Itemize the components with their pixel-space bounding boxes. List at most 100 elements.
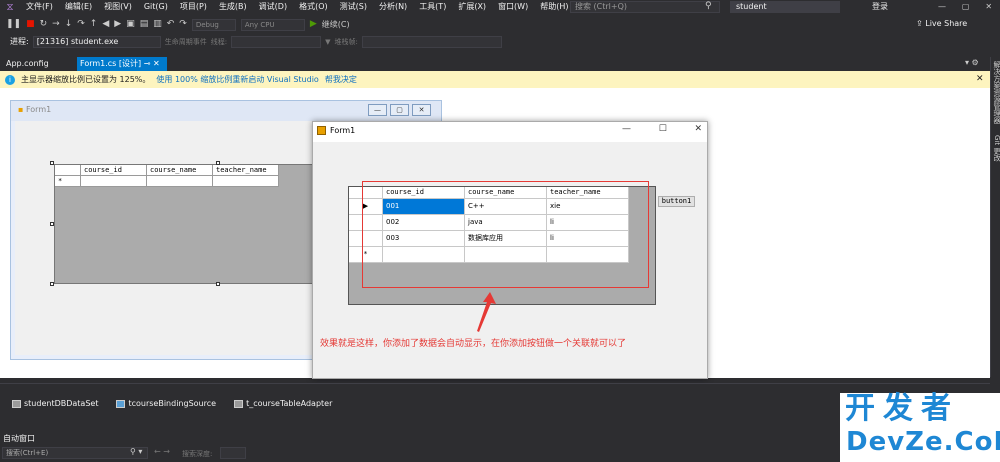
form-icon: ▪ — [18, 105, 26, 114]
tab-form1-design[interactable]: Form1.cs [设计] ⊸ ✕ — [77, 57, 167, 71]
window-controls: — ▢ ✕ — [930, 0, 1000, 14]
search-depth-dropdown[interactable] — [220, 447, 246, 459]
tab-close-icon[interactable]: ✕ — [153, 59, 160, 68]
restart-icon[interactable]: ↻ — [40, 16, 48, 33]
menu-window[interactable]: 窗口(W) — [492, 0, 534, 14]
designer-col-course-id[interactable]: course_id — [81, 165, 147, 176]
designer-col-teacher-name[interactable]: teacher_name — [213, 165, 279, 176]
tab-app-config[interactable]: App.config — [2, 57, 53, 71]
step-over-icon[interactable]: ↷ — [77, 16, 85, 33]
designer-new-row-marker: * — [55, 176, 81, 187]
table-cell — [213, 176, 279, 187]
designer-grid-header: course_id course_name teacher_name — [55, 165, 279, 176]
infobar-close-icon[interactable]: ✕ — [976, 74, 984, 84]
binding-source-icon — [116, 399, 126, 408]
continue-button[interactable]: 继续(C) — [322, 16, 350, 33]
resize-handle[interactable] — [50, 161, 54, 165]
menu-debug[interactable]: 调试(D) — [253, 0, 293, 14]
new-item-icon[interactable]: ▣ — [126, 16, 135, 33]
designer-corner-cell — [55, 165, 81, 176]
thread-dropdown[interactable] — [231, 35, 322, 48]
minimize-icon[interactable]: — — [938, 0, 946, 14]
search-icon[interactable]: ⚲ — [705, 1, 712, 11]
maximize-icon[interactable]: ▢ — [962, 0, 970, 14]
step-out-icon[interactable]: ↑ — [90, 16, 98, 33]
config-dropdown[interactable]: Debug — [191, 18, 236, 31]
process-label: 进程: — [10, 37, 29, 46]
menu-git[interactable]: Git(G) — [138, 0, 174, 14]
designer-form-buttons: — ▢ ✕ — [368, 104, 431, 116]
menu-test[interactable]: 测试(S) — [334, 0, 373, 14]
resize-handle[interactable] — [50, 282, 54, 286]
form-icon — [317, 126, 326, 135]
stack-frame-dropdown[interactable] — [361, 35, 502, 48]
visual-studio-logo-icon: ⧖ — [6, 1, 14, 13]
tray-item-dataset[interactable]: studentDBDataSet — [12, 399, 98, 408]
designer-form-title: ▪ Form1 — [18, 105, 52, 114]
designer-maximize-icon: ▢ — [390, 104, 409, 116]
side-tool-panel: 解决方案资源管理器 Git 更改 — [990, 57, 1000, 377]
table-cell — [147, 176, 213, 187]
platform-dropdown[interactable]: Any CPU — [240, 18, 305, 31]
menu-edit[interactable]: 编辑(E) — [59, 0, 98, 14]
info-icon: i — [5, 74, 15, 85]
solution-explorer-tab[interactable]: 解决方案资源管理器 — [992, 61, 1000, 124]
process-dropdown[interactable]: [21316] student.exe — [32, 35, 161, 48]
pin-icon[interactable]: ⊸ — [144, 59, 151, 68]
step-icon[interactable]: → — [52, 16, 60, 33]
help-decide-link[interactable]: 帮我决定 — [325, 74, 357, 85]
undo-icon[interactable]: ↶ — [167, 16, 175, 33]
menu-file[interactable]: 文件(F) — [20, 0, 59, 14]
menu-extensions[interactable]: 扩展(X) — [452, 0, 492, 14]
project-name-badge: student — [730, 1, 840, 13]
maximize-icon[interactable]: ☐ — [659, 124, 667, 134]
live-share-button[interactable]: ⇪ Live Share — [916, 19, 967, 28]
debug-location-toolbar: 进程: [21316] student.exe 生命周期事件 线程: ▼ 堆栈帧… — [0, 34, 1000, 49]
forward-icon[interactable]: ▶ — [114, 16, 121, 33]
save-all-icon[interactable]: ▥ — [153, 16, 162, 33]
designer-col-course-name[interactable]: course_name — [147, 165, 213, 176]
global-search-input[interactable]: 搜索 (Ctrl+Q) — [570, 1, 720, 13]
git-changes-tab[interactable]: Git 更改 — [992, 135, 1000, 161]
redo-icon[interactable]: ↷ — [179, 16, 187, 33]
tab-dropdown-icon[interactable]: ▾ ⚙ — [965, 58, 979, 67]
menu-tools[interactable]: 工具(T) — [413, 0, 452, 14]
designer-grid-new-row: * — [55, 176, 279, 187]
stop-icon[interactable]: ■ — [26, 16, 35, 33]
menu-build[interactable]: 生成(B) — [213, 0, 253, 14]
tray-item-binding-source[interactable]: tcourseBindingSource — [116, 399, 216, 408]
watermark-line1: 开发者 — [845, 391, 959, 426]
menu-analyze[interactable]: 分析(N) — [373, 0, 413, 14]
menu-format[interactable]: 格式(O) — [293, 0, 334, 14]
menu-help[interactable]: 帮助(H) — [534, 0, 574, 14]
close-icon[interactable]: ✕ — [985, 0, 992, 14]
login-link[interactable]: 登录 — [872, 1, 888, 12]
designer-close-icon: ✕ — [412, 104, 431, 116]
search-icon[interactable]: ⚲ ▾ — [130, 447, 142, 456]
back-forward-icon[interactable]: ← → — [154, 447, 170, 456]
resize-handle[interactable] — [216, 161, 220, 165]
step-into-icon[interactable]: ↓ — [65, 16, 73, 33]
tray-item-table-adapter[interactable]: t_courseTableAdapter — [234, 399, 332, 408]
back-icon[interactable]: ◀ — [102, 16, 109, 33]
resize-handle[interactable] — [50, 222, 54, 226]
restart-100-link[interactable]: 使用 100% 缩放比例重新启动 Visual Studio — [156, 74, 318, 85]
minimize-icon[interactable]: — — [622, 124, 631, 134]
save-icon[interactable]: ▤ — [140, 16, 149, 33]
runtime-form-title: Form1 — [330, 126, 356, 135]
menu-view[interactable]: 视图(V) — [98, 0, 138, 14]
tab-label: Form1.cs [设计] — [80, 59, 142, 68]
close-icon[interactable]: ✕ — [694, 124, 702, 134]
runtime-form-controls: — ☐ ✕ — [622, 124, 702, 134]
stack-frame-label: 堆栈帧: — [334, 37, 358, 46]
thread-label: 线程: — [210, 37, 228, 46]
watermark-line2: DevZe.CoM — [846, 427, 1000, 457]
autos-search-input[interactable]: 搜索(Ctrl+E) — [2, 447, 148, 459]
resize-handle[interactable] — [216, 282, 220, 286]
pause-icon[interactable]: ❚❚ — [6, 16, 21, 33]
button1[interactable]: button1 — [658, 196, 695, 207]
menu-project[interactable]: 项目(P) — [174, 0, 213, 14]
continue-icon[interactable]: ▶ — [310, 16, 317, 33]
table-adapter-icon — [234, 399, 244, 408]
designer-minimize-icon: — — [368, 104, 387, 116]
